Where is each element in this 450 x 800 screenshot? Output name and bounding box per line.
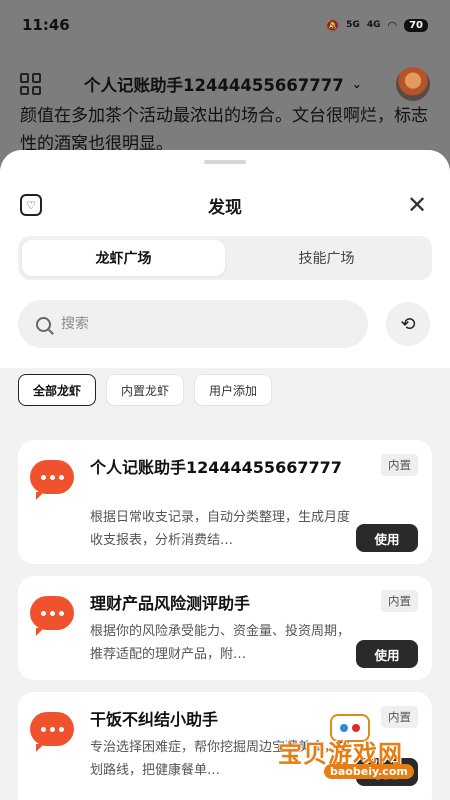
- mute-icon: 🔕: [325, 18, 340, 32]
- search-bar[interactable]: [18, 300, 368, 348]
- signal-5g-icon: 5G: [346, 20, 360, 30]
- add-lobster-button[interactable]: ⟲: [386, 302, 430, 346]
- use-button[interactable]: 使用: [356, 640, 418, 668]
- card-title: 理财产品风险测评助手: [90, 594, 251, 613]
- tab-bar: 龙虾广场 技能广场: [18, 236, 432, 280]
- builtin-badge: 内置: [381, 706, 418, 728]
- card-description: 根据日常收支记录，自动分类整理，生成月度收支报表，分析消费结…: [90, 510, 351, 548]
- chat-bubble-icon: [30, 712, 74, 752]
- chevron-down-icon: ⌄: [351, 77, 362, 91]
- wifi-icon: ◠: [387, 18, 398, 32]
- use-button[interactable]: 使用: [356, 758, 418, 786]
- builtin-badge: 内置: [381, 454, 418, 476]
- list-item[interactable]: 干饭不纠结小助手 专治选择困难症，帮你挖掘周边宝藏美食，规划路线，把健康餐单… …: [18, 692, 432, 800]
- apps-grid-icon[interactable]: [20, 73, 42, 95]
- filter-user-added[interactable]: 用户添加: [194, 374, 273, 406]
- avatar[interactable]: [396, 67, 430, 101]
- filter-builtin[interactable]: 内置龙虾: [106, 374, 185, 406]
- status-time: 11:46: [22, 16, 70, 34]
- search-icon: [36, 316, 51, 332]
- background-header: 个人记账助手12444455667777 ⌄: [0, 60, 450, 108]
- signal-4g-icon: 4G: [366, 20, 381, 30]
- card-title: 个人记账助手12444455667777: [90, 458, 342, 477]
- status-icons: 🔕 5G 4G ◠ 70: [325, 18, 428, 32]
- chat-bubble-icon: [30, 460, 74, 500]
- list-item[interactable]: 理财产品风险测评助手 根据你的风险承受能力、资金量、投资周期，推荐适配的理财产品…: [18, 576, 432, 680]
- heart-box-icon: ♡: [20, 194, 42, 216]
- filter-chips: 全部龙虾 内置龙虾 用户添加: [18, 374, 273, 406]
- card-title: 干饭不纠结小助手: [90, 710, 219, 729]
- discover-sheet: ♡ 发现 ✕ 龙虾广场 技能广场 ⟲ 全部龙虾 内置龙虾 用户添加 个人记账助手…: [0, 150, 450, 800]
- battery-icon: 70: [404, 18, 428, 32]
- list-item[interactable]: 个人记账助手12444455667777 根据日常收支记录，自动分类整理，生成月…: [18, 440, 432, 564]
- tab-skill-plaza[interactable]: 技能广场: [225, 240, 428, 276]
- search-input[interactable]: [61, 316, 321, 332]
- sheet-header: ♡ 发现 ✕: [0, 188, 450, 222]
- status-bar: 11:46 🔕 5G 4G ◠ 70: [0, 0, 450, 50]
- filter-all[interactable]: 全部龙虾: [18, 374, 97, 406]
- conversation-title[interactable]: 个人记账助手12444455667777 ⌄: [84, 72, 362, 96]
- add-lobster-icon: ⟲: [400, 313, 416, 335]
- card-description: 专治选择困难症，帮你挖掘周边宝藏美食，规划路线，把健康餐单…: [90, 740, 351, 778]
- sheet-top-panel: ♡ 发现 ✕ 龙虾广场 技能广场 ⟲: [0, 150, 450, 368]
- sheet-title: 发现: [208, 197, 242, 218]
- chat-bubble-icon: [30, 596, 74, 636]
- card-description: 根据你的风险承受能力、资金量、投资周期，推荐适配的理财产品，附…: [90, 624, 351, 662]
- builtin-badge: 内置: [381, 590, 418, 612]
- close-icon[interactable]: ✕: [402, 190, 432, 220]
- drag-handle[interactable]: [204, 160, 246, 164]
- tab-lobster-plaza[interactable]: 龙虾广场: [22, 240, 225, 276]
- use-button[interactable]: 使用: [356, 524, 418, 552]
- conversation-title-text: 个人记账助手12444455667777: [84, 76, 344, 95]
